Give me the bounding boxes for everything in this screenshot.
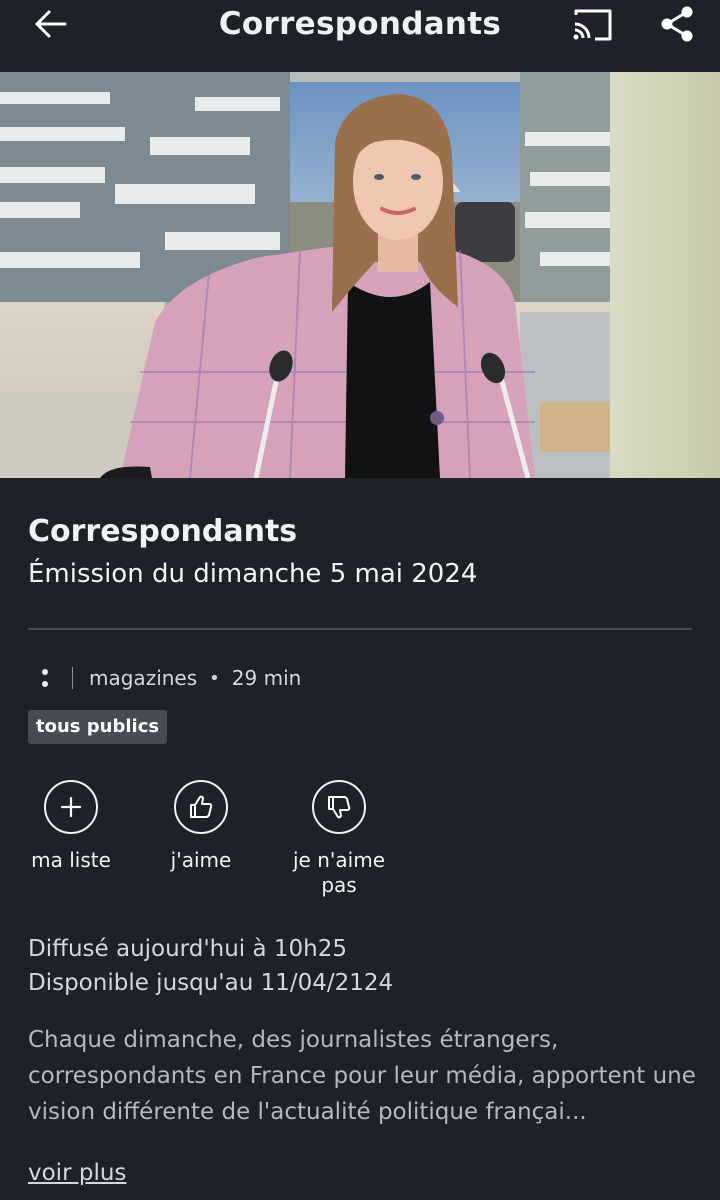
duration-label: 29 min [231, 666, 302, 690]
more-options-button[interactable] [28, 669, 62, 687]
kebab-dot-icon [42, 669, 48, 675]
hero-image[interactable] [0, 72, 720, 478]
thumbs-down-icon [328, 796, 351, 819]
action-circle [174, 780, 228, 834]
bullet-separator: • [209, 667, 220, 689]
share-button[interactable] [658, 4, 698, 44]
plus-icon [60, 796, 82, 818]
action-label: j'aime [170, 848, 232, 872]
rating-badge: tous publics [28, 710, 168, 744]
action-label: ma liste [31, 848, 111, 872]
action-circle [44, 780, 98, 834]
category-label: magazines [89, 666, 198, 690]
cast-button[interactable] [570, 6, 616, 42]
add-to-list-button[interactable]: ma liste [6, 780, 136, 873]
like-button[interactable]: j'aime [136, 780, 266, 873]
meta-separator [72, 667, 73, 689]
see-more-link[interactable]: voir plus [28, 1156, 126, 1190]
presenter-in-studio [0, 72, 720, 478]
program-name: Correspondants [28, 514, 298, 549]
availability-text: Disponible jusqu'au 11/04/2124 [28, 970, 394, 996]
episode-title: Émission du dimanche 5 mai 2024 [28, 559, 478, 589]
kebab-dot-icon [42, 681, 48, 687]
aired-text: Diffusé aujourd'hui à 10h25 [28, 936, 348, 962]
broadcast-info: Diffusé aujourd'hui à 10h25 Disponible j… [28, 932, 393, 1000]
action-label: je n'aime pas [293, 848, 385, 897]
action-circle [312, 780, 366, 834]
share-icon [661, 6, 693, 42]
cast-icon [573, 9, 612, 41]
top-bar: Correspondants [0, 0, 720, 72]
dislike-button[interactable]: je n'aime pas [274, 780, 404, 898]
divider [28, 628, 692, 630]
program-meta: magazines • 29 min [28, 660, 301, 696]
description: Chaque dimanche, des journalistes étrang… [28, 1027, 696, 1125]
program-info: Correspondants Émission du dimanche 5 ma… [28, 510, 692, 594]
thumbs-up-icon [190, 795, 213, 818]
